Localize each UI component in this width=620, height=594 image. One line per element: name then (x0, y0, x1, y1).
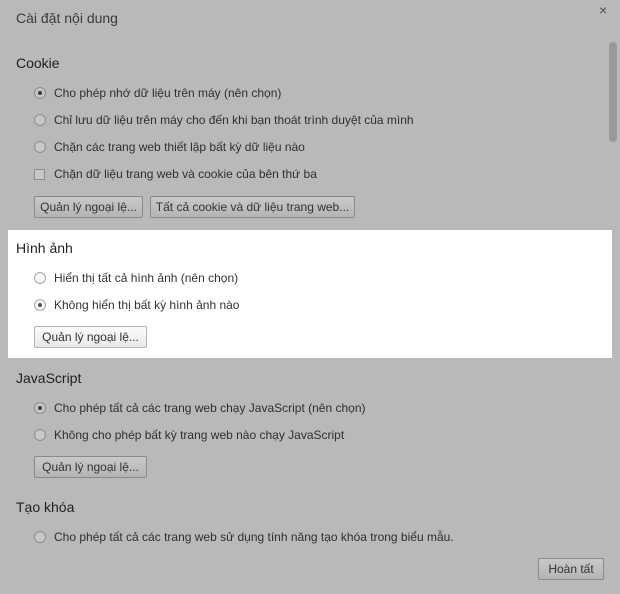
keygen-option-allow[interactable]: Cho phép tất cả các trang web sử dụng tí… (34, 529, 454, 545)
cookie-option-allow[interactable]: Cho phép nhớ dữ liệu trên máy (nên chọn) (34, 85, 281, 101)
radio-button[interactable] (34, 141, 46, 153)
radio-button[interactable] (34, 299, 46, 311)
cookie-block-third-party[interactable]: Chặn dữ liệu trang web và cookie của bên… (34, 166, 317, 182)
option-label: Cho phép nhớ dữ liệu trên máy (nên chọn) (54, 86, 282, 100)
radio-button[interactable] (34, 87, 46, 99)
cookie-option-block[interactable]: Chặn các trang web thiết lập bất kỳ dữ l… (34, 139, 305, 155)
done-button[interactable]: Hoàn tất (538, 558, 604, 580)
images-manage-exceptions-button[interactable]: Quản lý ngoại lệ... (34, 326, 147, 348)
radio-button[interactable] (34, 429, 46, 441)
javascript-heading: JavaScript (16, 370, 82, 386)
option-label: Hiển thị tất cả hình ảnh (nên chọn) (54, 271, 239, 285)
option-label: Cho phép tất cả các trang web sử dụng tí… (54, 530, 454, 544)
option-label: Không hiển thị bất kỳ hình ảnh nào (54, 298, 240, 312)
cookie-heading: Cookie (16, 55, 60, 71)
images-heading: Hình ảnh (16, 240, 73, 256)
option-label: Chặn dữ liệu trang web và cookie của bên… (54, 167, 317, 181)
option-label: Chỉ lưu dữ liệu trên máy cho đến khi bạn… (54, 113, 414, 127)
keygen-heading: Tạo khóa (16, 499, 75, 515)
images-option-show-none[interactable]: Không hiển thị bất kỳ hình ảnh nào (34, 297, 239, 313)
checkbox[interactable] (34, 168, 45, 180)
javascript-option-allow[interactable]: Cho phép tất cả các trang web chạy JavaS… (34, 400, 366, 416)
javascript-option-block[interactable]: Không cho phép bất kỳ trang web nào chạy… (34, 427, 344, 443)
radio-button[interactable] (34, 114, 46, 126)
radio-button[interactable] (34, 531, 46, 543)
images-section-highlight: Hình ảnh Hiển thị tất cả hình ảnh (nên c… (8, 230, 612, 358)
close-icon[interactable]: × (599, 2, 607, 18)
option-label: Chặn các trang web thiết lập bất kỳ dữ l… (54, 140, 305, 154)
radio-button[interactable] (34, 272, 46, 284)
dialog-title: Cài đặt nội dung (16, 10, 118, 26)
images-option-show-all[interactable]: Hiển thị tất cả hình ảnh (nên chọn) (34, 270, 238, 286)
radio-button[interactable] (34, 402, 46, 414)
option-label: Cho phép tất cả các trang web chạy JavaS… (54, 401, 366, 415)
content-settings-dialog: Cài đặt nội dung × Cookie Cho phép nhớ d… (0, 0, 620, 594)
scrollbar-thumb[interactable] (609, 42, 617, 142)
cookie-option-session[interactable]: Chỉ lưu dữ liệu trên máy cho đến khi bạn… (34, 112, 414, 128)
javascript-manage-exceptions-button[interactable]: Quản lý ngoại lệ... (34, 456, 147, 478)
option-label: Không cho phép bất kỳ trang web nào chạy… (54, 428, 345, 442)
cookie-manage-exceptions-button[interactable]: Quản lý ngoại lệ... (34, 196, 143, 218)
all-cookies-button[interactable]: Tất cả cookie và dữ liệu trang web... (150, 196, 355, 218)
